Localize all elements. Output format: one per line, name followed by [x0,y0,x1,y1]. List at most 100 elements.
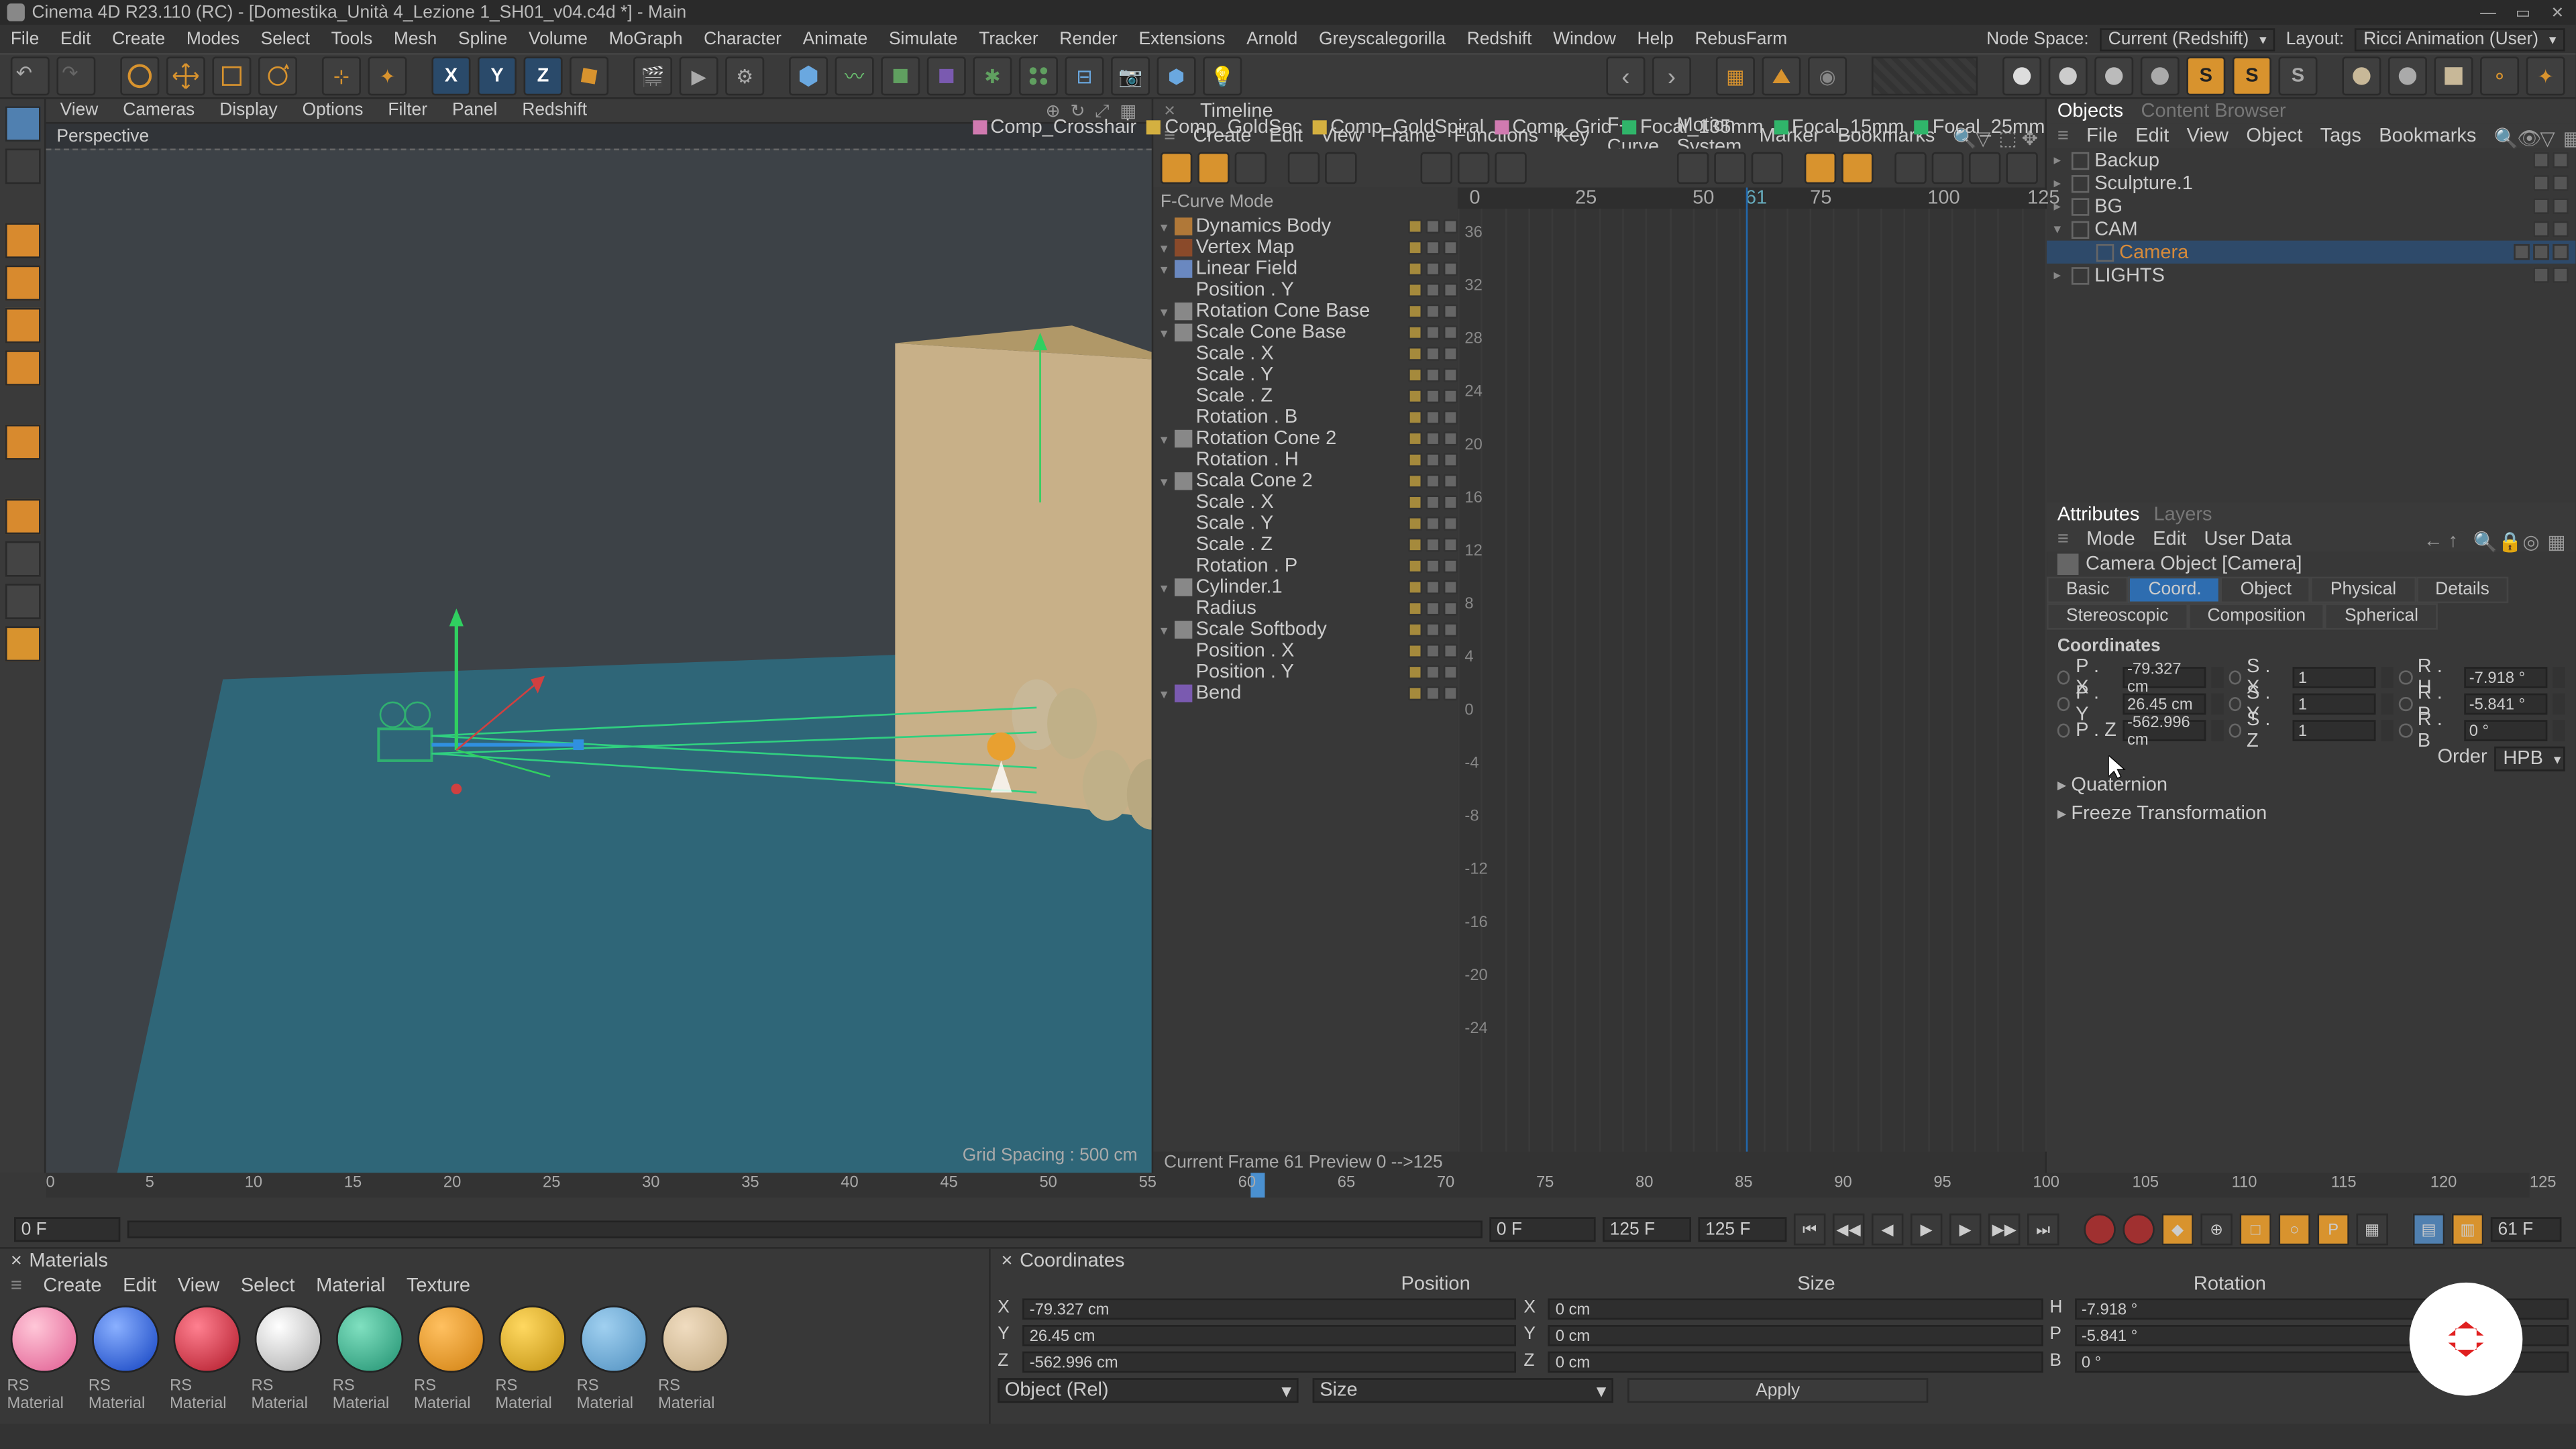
attr-fwd-icon[interactable]: ↑ [2449,531,2466,548]
z-axis-button[interactable]: Z [524,56,563,95]
menu-edit[interactable]: Edit [60,30,91,49]
rot-input[interactable]: 0 ° [2464,719,2547,741]
misc-button-1[interactable] [2342,56,2381,95]
snap-grid-area[interactable] [1872,56,1978,95]
bulb-button[interactable]: 💡 [1203,56,1242,95]
menu-window[interactable]: Window [1553,30,1616,49]
s-button-2[interactable]: S [2233,56,2271,95]
attr-tab-coord[interactable]: Coord. [2129,577,2221,604]
tl-curve-5[interactable] [1841,152,1873,184]
attr-lock-icon[interactable]: 🔒 [2498,531,2515,548]
menu-simulate[interactable]: Simulate [889,30,958,49]
obj-filter-icon[interactable]: ▽ [2540,127,2557,145]
menu-redshift[interactable]: Redshift [1467,30,1532,49]
menu-animate[interactable]: Animate [803,30,868,49]
keyframe-sel-button[interactable]: ◆ [2161,1214,2193,1245]
render-pv-button[interactable]: ⚙ [725,56,764,95]
timeline-track[interactable]: ▾Scala Cone 2 [1153,470,1408,492]
timeline-track[interactable]: Rotation . B [1153,407,1408,429]
material-item[interactable]: RS Material [495,1305,570,1417]
tl-dopesheet-button[interactable] [1161,152,1192,184]
timeline-track[interactable]: Scale . Y [1153,513,1408,535]
render-settings-button[interactable]: 🎬 [633,56,672,95]
tl-link-button[interactable] [1325,152,1356,184]
timeline-track[interactable]: ▾Dynamics Body [1153,216,1408,237]
coordinates-tab[interactable]: Coordinates [1020,1250,1124,1272]
redo-button[interactable]: ↷ [56,56,95,95]
timeline-track[interactable]: ▾Bend [1153,683,1408,704]
order-select[interactable]: HPB [2494,747,2565,771]
size-Y[interactable]: 0 cm [1548,1324,2043,1346]
deform-button[interactable] [927,56,966,95]
mat-menu-view[interactable]: View [178,1275,219,1297]
menu-tracker[interactable]: Tracker [979,30,1038,49]
object-row[interactable]: Camera [2047,241,2575,264]
obj-menu-edit[interactable]: Edit [2135,125,2169,147]
menu-character[interactable]: Character [704,30,782,49]
camera-button[interactable]: 📷 [1111,56,1150,95]
pos-Z[interactable]: -562.996 cm [1022,1350,1517,1372]
obj-search-icon[interactable]: 🔍 [2494,127,2512,145]
main-timeline-ruler[interactable]: 0510152025303540455055606570758085909510… [46,1173,2530,1197]
light-icon-3[interactable] [2094,56,2133,95]
material-item[interactable]: RS Material [251,1305,325,1417]
material-item[interactable]: RS Material [333,1305,407,1417]
autokey-button[interactable] [2123,1214,2154,1245]
polygon-mode-button[interactable] [5,308,40,343]
prev-frame-button[interactable]: ◀ [1872,1214,1903,1245]
material-item[interactable]: RS Material [170,1305,244,1417]
scale-button[interactable] [212,56,251,95]
model-mode-button[interactable] [5,106,40,142]
obj-menu-file[interactable]: File [2086,125,2118,147]
live-select-button[interactable] [120,56,159,95]
rotate-button[interactable] [258,56,297,95]
start-frame-input[interactable]: 0 F [14,1217,120,1242]
coord-object-select[interactable]: Object (Rel)▾ [998,1378,1298,1403]
scale-input[interactable]: 1 [2293,666,2376,688]
material-item[interactable]: RS Material [577,1305,651,1417]
menu-arnold[interactable]: Arnold [1246,30,1297,49]
prev-button[interactable]: ‹ [1606,56,1645,95]
play-end-2[interactable]: 125 F [1699,1217,1787,1242]
workplane-button[interactable] [5,626,40,661]
move-button[interactable] [166,56,205,95]
timeline-track[interactable]: ▾Linear Field [1153,258,1408,280]
coords-button[interactable]: ⊹ [322,56,361,95]
take-tag[interactable]: Comp_GoldSpiral [1313,117,1484,138]
coord-close-icon[interactable]: × [1002,1250,1013,1272]
timeline-track[interactable]: ▾Scale Softbody [1153,619,1408,641]
scale-key-button[interactable]: □ [2239,1214,2271,1245]
field-button[interactable]: ⊟ [1065,56,1104,95]
menu-render[interactable]: Render [1059,30,1118,49]
menu-tools[interactable]: Tools [331,30,373,49]
pos-input[interactable]: -79.327 cm [2122,666,2205,688]
mograph-button[interactable]: ✱ [973,56,1012,95]
pos-input[interactable]: -562.996 cm [2122,719,2205,741]
misc-button-2[interactable] [2388,56,2427,95]
material-item[interactable]: RS Material [89,1305,163,1417]
menu-modes[interactable]: Modes [186,30,239,49]
cameras-menu[interactable]: Cameras [123,101,195,120]
pla-key-button[interactable]: ▦ [2356,1214,2387,1245]
tl-frame-button[interactable] [1288,152,1320,184]
viewport[interactable]: y z Grid Spacing : 500 cm [46,149,1152,1173]
cube-primitive-button[interactable] [789,56,828,95]
goto-end-button[interactable]: ⏭ [2027,1214,2059,1245]
take-tag[interactable]: Comp_Crosshair [973,117,1136,138]
spline-button[interactable]: 〰 [835,56,874,95]
obj-menu-tags[interactable]: Tags [2320,125,2361,147]
timeline-track[interactable]: Scale . Z [1153,534,1408,555]
materials-grid[interactable]: RS MaterialRS MaterialRS MaterialRS Mate… [0,1299,989,1424]
size-Z[interactable]: 0 cm [1548,1350,2043,1372]
timeline-track[interactable]: ▾Rotation Cone Base [1153,301,1408,322]
timeline-track[interactable]: Position . Y [1153,661,1408,683]
play-button[interactable]: ▶ [1911,1214,1942,1245]
timeline-track[interactable]: Scale . X [1153,343,1408,365]
coord-size-select[interactable]: Size▾ [1313,1378,1613,1403]
param-key-button[interactable]: P [2317,1214,2349,1245]
end-frame-input[interactable]: 0 F [1489,1217,1595,1242]
tl-fcurve-button[interactable] [1197,152,1229,184]
rs-button-2[interactable] [1762,56,1801,95]
x-axis-button[interactable]: X [431,56,470,95]
display-menu[interactable]: Display [219,101,277,120]
